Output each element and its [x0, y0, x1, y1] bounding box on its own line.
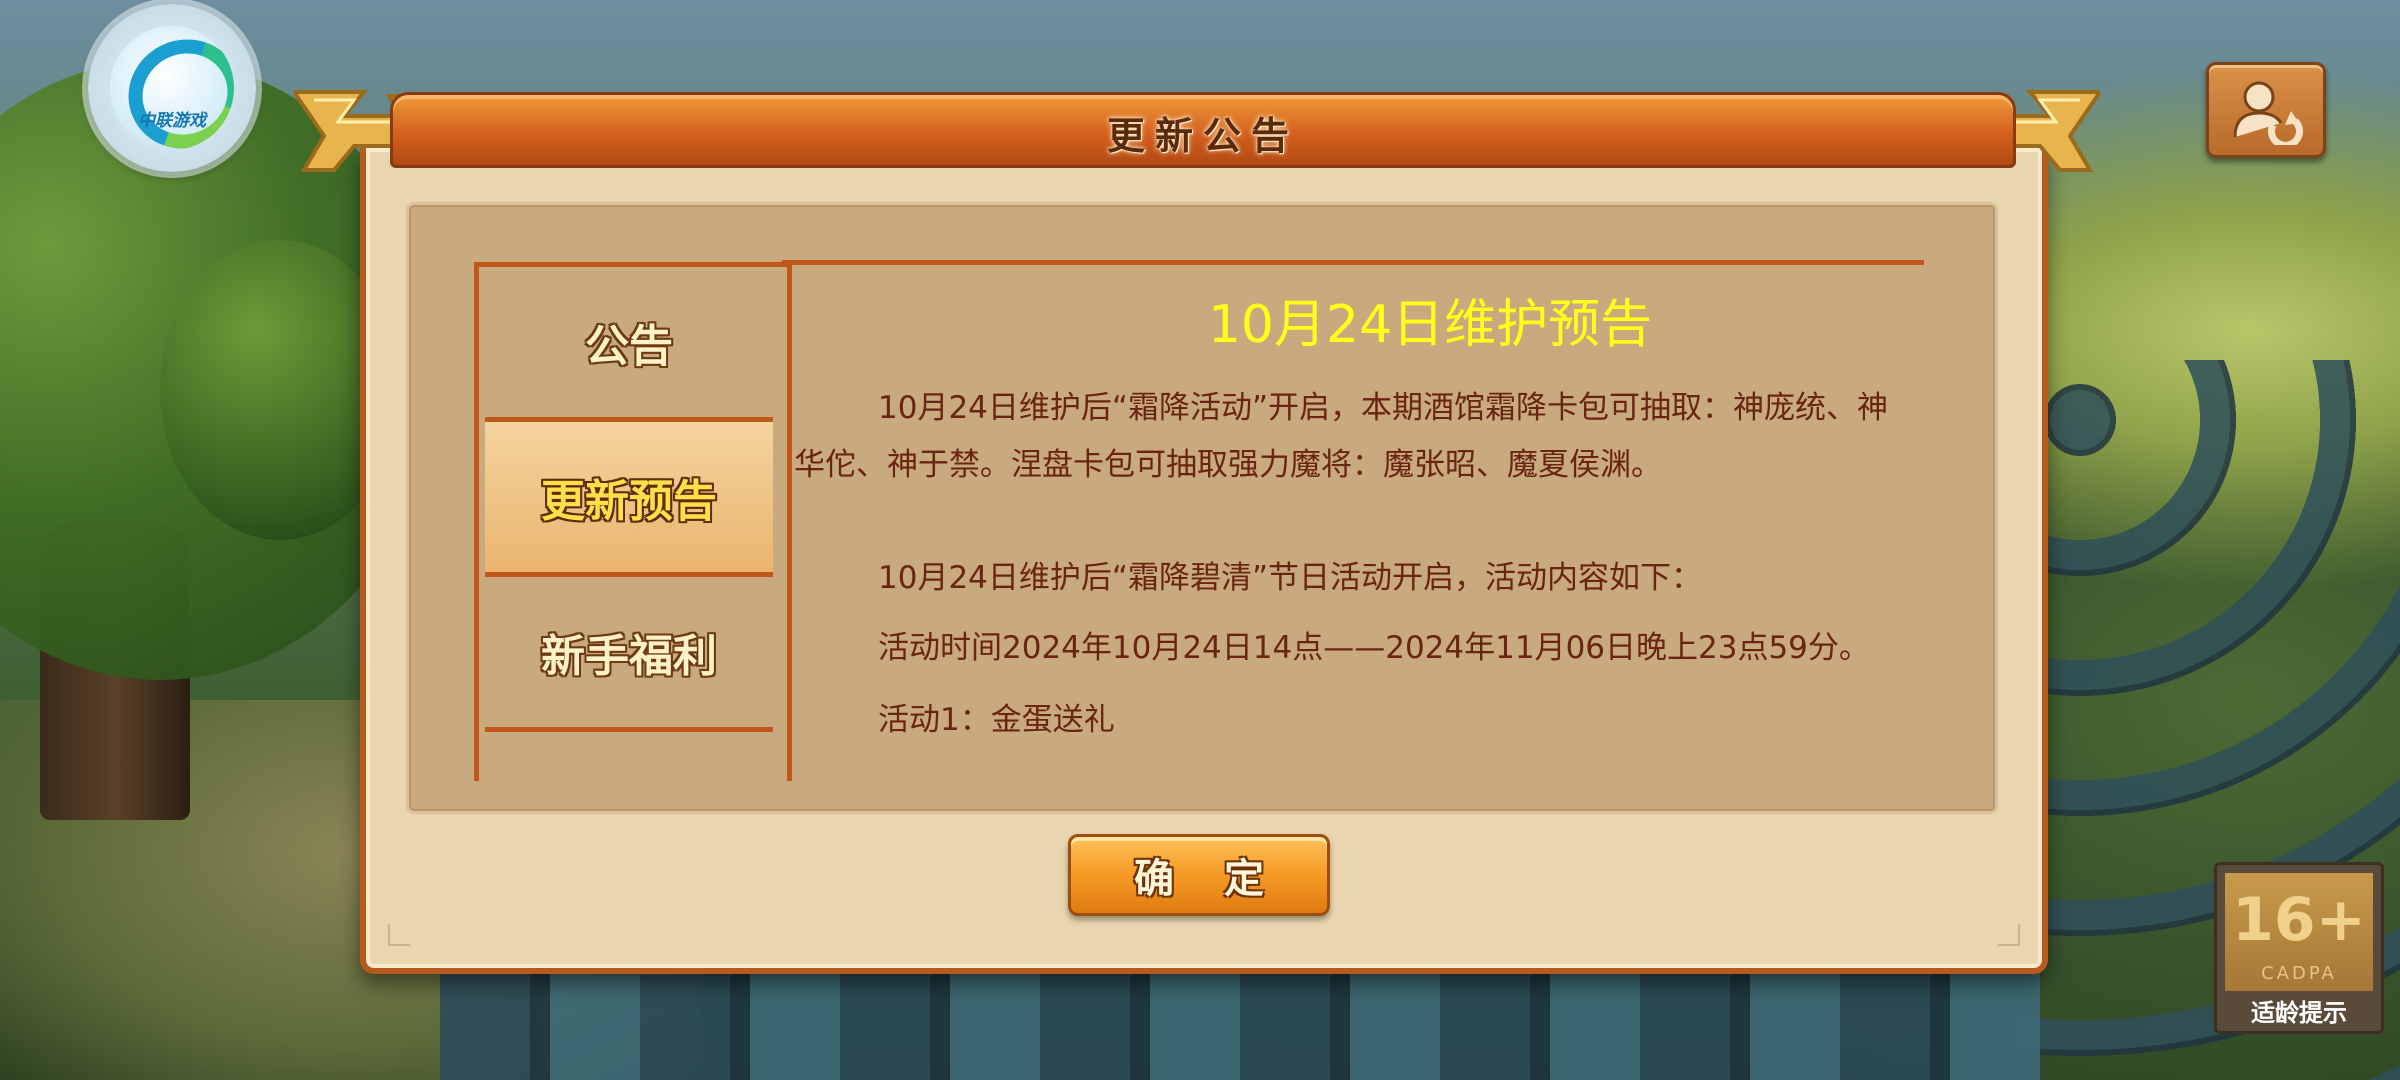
dialog-corner-ornament [1998, 924, 2020, 946]
confirm-button[interactable]: 确 定 [1068, 834, 1330, 916]
content-paragraph: 活动1：金蛋送礼 [794, 692, 1914, 749]
tab-label: 公告 [585, 321, 673, 372]
switch-account-icon [2233, 81, 2303, 145]
tab-newbie-benefits[interactable]: 新手福利 [485, 577, 773, 727]
tab-divider [485, 727, 773, 732]
switch-account-button[interactable] [2206, 62, 2326, 158]
logo-swirl-icon [110, 26, 234, 150]
age-rating-org: CADPA [2261, 963, 2337, 984]
tab-update-preview[interactable]: 更新预告 [485, 422, 773, 572]
content-paragraph-text: 活动1：金蛋送礼 [878, 702, 1115, 738]
tab-label: 新手福利 [541, 631, 717, 682]
content-paragraph-text: 10月24日维护后“霜降碧清”节日活动开启，活动内容如下： [878, 560, 1703, 596]
tab-label: 更新预告 [541, 476, 717, 527]
dialog-title: 更新公告 [1106, 114, 1299, 158]
content-top-rule [782, 260, 1924, 265]
dialog-title-bar: 更新公告 [390, 92, 2016, 168]
age-rating-number: 16+ [2232, 885, 2366, 955]
content-paragraph-text: 活动时间2024年10月24日14点——2024年11月06日晚上23点59分。 [878, 630, 1870, 666]
soldier-army-bottom [440, 960, 2040, 1080]
content-paragraph-text: 10月24日维护后“霜降活动”开启，本期酒馆霜降卡包可抽取：神庞统、神华佗、神于… [794, 390, 1889, 483]
content-paragraph: 活动时间2024年10月24日14点——2024年11月06日晚上23点59分。 [794, 620, 1914, 677]
age-rating-badge[interactable]: 16+ CADPA 适龄提示 [2214, 862, 2384, 1034]
content-paragraph: 10月24日维护后“霜降碧清”节日活动开启，活动内容如下： [794, 550, 1914, 607]
announcement-tabs: 公告 更新预告 新手福利 [474, 262, 792, 781]
tab-announcement[interactable]: 公告 [485, 267, 773, 417]
announcement-content[interactable]: 10月24日维护预告 10月24日维护后“霜降活动”开启，本期酒馆霜降卡包可抽取… [790, 270, 1930, 770]
age-rating-label: 适龄提示 [2251, 999, 2347, 1027]
content-title: 10月24日维护预告 [1207, 295, 1653, 355]
content-paragraph: 10月24日维护后“霜降活动”开启，本期酒馆霜降卡包可抽取：神庞统、神华佗、神于… [794, 380, 1914, 494]
logo-text: 中联游戏 [138, 111, 206, 131]
dialog-corner-ornament [388, 924, 410, 946]
game-logo: 中联游戏 [88, 4, 256, 172]
